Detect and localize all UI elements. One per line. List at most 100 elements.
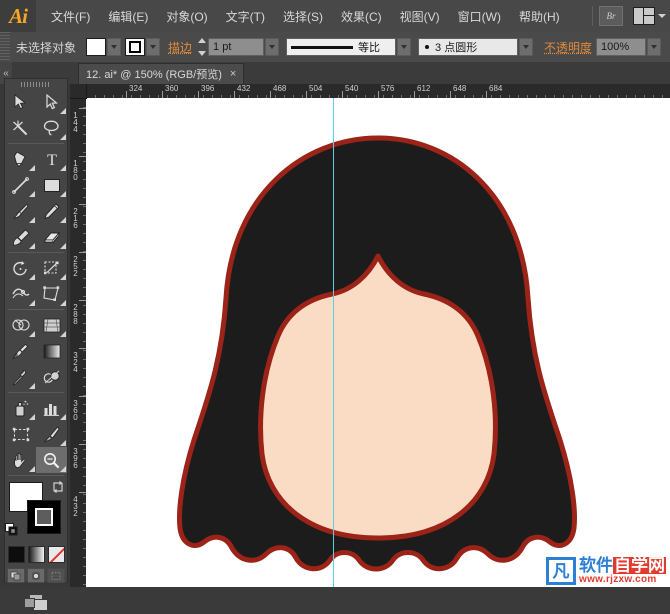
scale-tool[interactable]	[36, 255, 67, 281]
free-transform-tool[interactable]	[36, 281, 67, 307]
zoom-tool[interactable]	[36, 447, 67, 473]
stroke-weight-control[interactable]: 1 pt	[196, 38, 279, 56]
menu-object[interactable]: 对象(O)	[157, 4, 216, 29]
toolbox-grip[interactable]	[5, 79, 67, 89]
close-icon[interactable]: ×	[230, 69, 236, 80]
stroke-swatch-group[interactable]	[125, 38, 160, 56]
opacity-control[interactable]: 100%	[596, 38, 661, 56]
paintbrush-tool[interactable]	[5, 198, 36, 224]
type-tool[interactable]: T	[36, 146, 67, 172]
tool-flyout-indicator[interactable]	[29, 414, 35, 420]
tool-flyout-indicator[interactable]	[60, 217, 66, 223]
menu-view[interactable]: 视图(V)	[391, 4, 449, 29]
bridge-button[interactable]: Br	[599, 6, 623, 26]
none-fill-icon[interactable]	[48, 546, 65, 563]
tool-flyout-indicator[interactable]	[29, 331, 35, 337]
vertical-guide[interactable]	[333, 98, 334, 587]
fill-swatch-group[interactable]	[86, 38, 121, 56]
mesh-tool[interactable]	[5, 338, 36, 364]
tool-flyout-indicator[interactable]	[60, 274, 66, 280]
direct-selection-tool[interactable]	[36, 89, 67, 115]
fill-color-swatch[interactable]	[86, 38, 106, 56]
pencil-tool[interactable]	[36, 198, 67, 224]
lasso-tool[interactable]	[36, 115, 67, 141]
tool-flyout-indicator[interactable]	[60, 108, 66, 114]
pen-tool[interactable]	[5, 146, 36, 172]
stroke-weight-stepper[interactable]	[196, 38, 207, 56]
fill-dropdown-button[interactable]	[107, 38, 121, 56]
gradient-tool[interactable]	[36, 338, 67, 364]
column-graph-tool[interactable]	[36, 395, 67, 421]
opacity-dropdown[interactable]	[647, 38, 661, 56]
eraser-tool[interactable]	[36, 224, 67, 250]
width-tool[interactable]	[5, 281, 36, 307]
menu-effect[interactable]: 效果(C)	[332, 4, 391, 29]
tool-flyout-indicator[interactable]	[29, 466, 35, 472]
menu-help[interactable]: 帮助(H)	[510, 4, 569, 29]
stepper-down-icon[interactable]	[198, 51, 206, 56]
menu-edit[interactable]: 编辑(E)	[99, 4, 157, 29]
stepper-up-icon[interactable]	[198, 38, 206, 43]
blend-tool[interactable]	[36, 364, 67, 390]
line-segment-tool[interactable]	[5, 172, 36, 198]
opacity-label[interactable]: 不透明度	[540, 39, 596, 56]
menu-window[interactable]: 窗口(W)	[449, 4, 510, 29]
slice-tool[interactable]	[36, 421, 67, 447]
tool-flyout-indicator[interactable]	[29, 191, 35, 197]
artwork-cartoon-head[interactable]	[86, 98, 670, 587]
tool-flyout-indicator[interactable]	[60, 440, 66, 446]
change-screen-mode-icon[interactable]	[21, 592, 51, 614]
swap-fill-stroke-icon[interactable]	[51, 480, 65, 494]
brush-definition-field[interactable]: 3 点圆形	[418, 38, 518, 56]
menu-type[interactable]: 文字(T)	[217, 4, 274, 29]
workspace-switcher[interactable]	[633, 7, 666, 25]
stroke-color-swatch[interactable]	[27, 500, 61, 534]
selection-tool[interactable]	[5, 89, 36, 115]
document-tab[interactable]: 12. ai* @ 150% (RGB/预览) ×	[78, 63, 244, 84]
tool-flyout-indicator[interactable]	[60, 466, 66, 472]
draw-normal-icon[interactable]	[7, 568, 25, 583]
control-bar-grip[interactable]	[0, 32, 10, 62]
tool-flyout-indicator[interactable]	[60, 243, 66, 249]
tool-flyout-indicator[interactable]	[29, 274, 35, 280]
magic-wand-tool[interactable]	[5, 115, 36, 141]
menu-select[interactable]: 选择(S)	[274, 4, 332, 29]
shape-builder-tool[interactable]	[5, 312, 36, 338]
color-fill-icon[interactable]	[8, 546, 25, 563]
brush-definition-control[interactable]: 3 点圆形	[418, 38, 533, 56]
blob-brush-tool[interactable]	[5, 224, 36, 250]
tool-flyout-indicator[interactable]	[60, 165, 66, 171]
perspective-grid-tool[interactable]	[36, 312, 67, 338]
tool-flyout-indicator[interactable]	[60, 300, 66, 306]
gradient-fill-icon[interactable]	[28, 546, 45, 563]
tool-flyout-indicator[interactable]	[60, 331, 66, 337]
opacity-field[interactable]: 100%	[596, 38, 646, 56]
tool-flyout-indicator[interactable]	[29, 383, 35, 389]
vertical-ruler[interactable]: 144 180 216 252 288 324 360 396 432	[70, 98, 87, 587]
variable-width-profile-control[interactable]: 等比	[286, 38, 411, 56]
menu-file[interactable]: 文件(F)	[42, 4, 99, 29]
tool-flyout-indicator[interactable]	[29, 165, 35, 171]
width-profile-dropdown[interactable]	[397, 38, 411, 56]
rectangle-tool[interactable]	[36, 172, 67, 198]
rotate-tool[interactable]	[5, 255, 36, 281]
artboard-tool[interactable]	[5, 421, 36, 447]
tool-flyout-indicator[interactable]	[60, 191, 66, 197]
draw-inside-icon[interactable]	[47, 568, 65, 583]
stroke-weight-dropdown[interactable]	[265, 38, 279, 56]
symbol-sprayer-tool[interactable]	[5, 395, 36, 421]
stroke-label[interactable]: 描边	[164, 39, 196, 56]
default-fill-stroke-icon[interactable]	[5, 523, 18, 536]
artboard-canvas[interactable]: 凡 软件 自学网 www.rjzxw.com	[86, 98, 670, 587]
stroke-color-swatch[interactable]	[125, 38, 145, 56]
width-profile-field[interactable]: 等比	[286, 38, 396, 56]
tool-flyout-indicator[interactable]	[29, 300, 35, 306]
tool-flyout-indicator[interactable]	[60, 134, 66, 140]
stroke-dropdown-button[interactable]	[146, 38, 160, 56]
hand-tool[interactable]	[5, 447, 36, 473]
draw-behind-icon[interactable]	[27, 568, 45, 583]
tool-flyout-indicator[interactable]	[29, 217, 35, 223]
eyedropper-tool[interactable]	[5, 364, 36, 390]
stroke-weight-field[interactable]: 1 pt	[208, 38, 264, 56]
tool-flyout-indicator[interactable]	[60, 414, 66, 420]
